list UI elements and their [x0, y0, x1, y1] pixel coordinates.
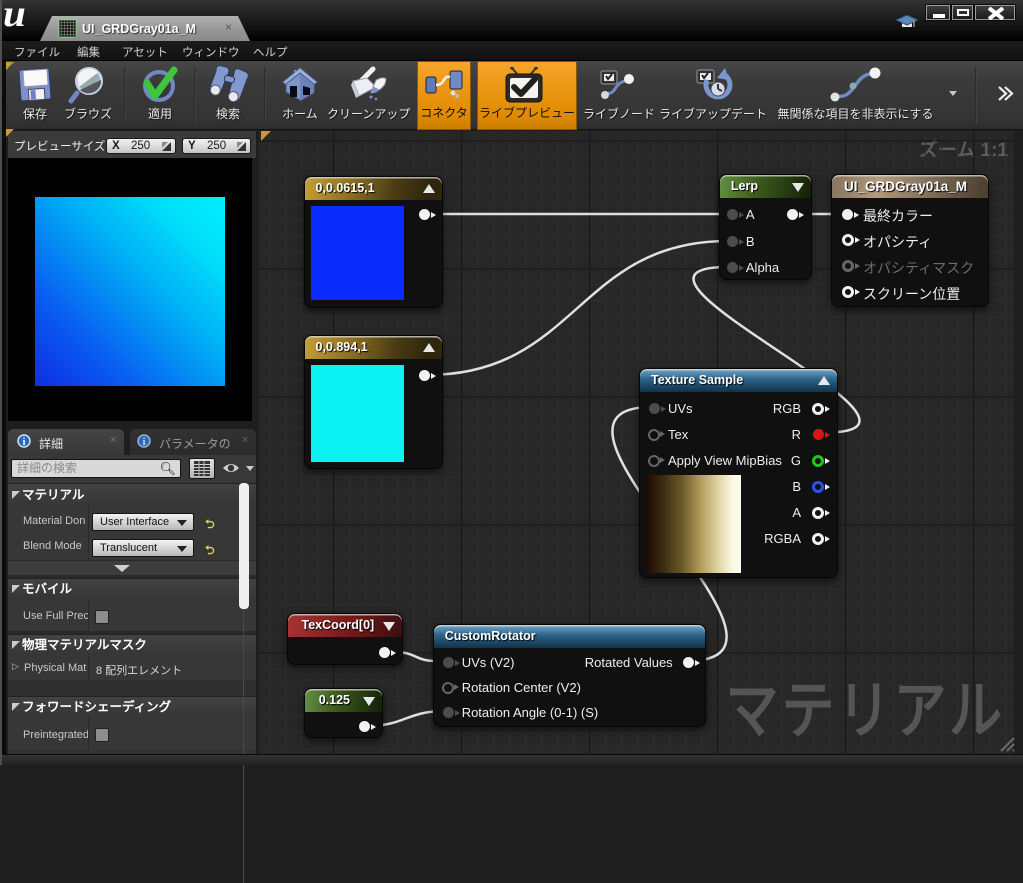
svg-text:i: i: [23, 437, 26, 448]
svg-text:i: i: [143, 437, 146, 448]
